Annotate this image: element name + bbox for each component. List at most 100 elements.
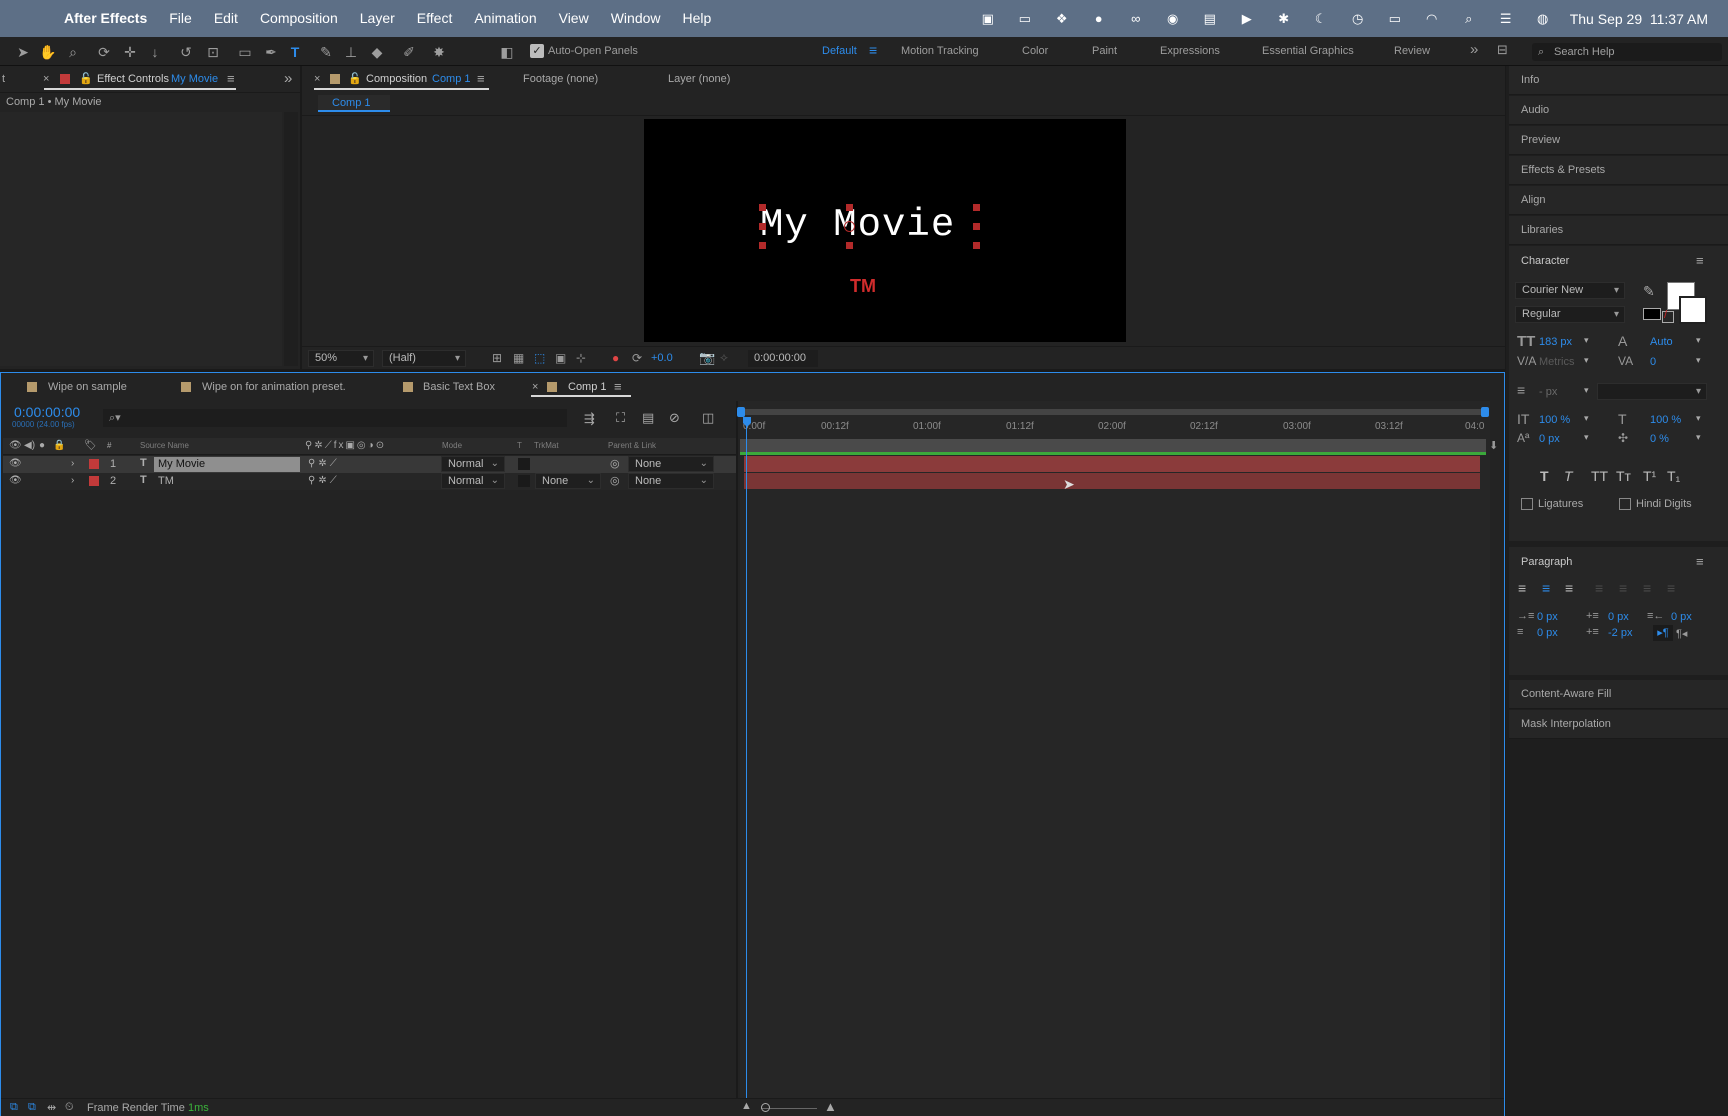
- parent-dropdown[interactable]: None ⌄: [628, 456, 714, 472]
- zoom-in-icon[interactable]: ▲: [824, 1099, 837, 1114]
- video-visibility-icon[interactable]: 👁: [9, 440, 22, 451]
- siri-icon[interactable]: ◍: [1533, 11, 1553, 27]
- close-icon[interactable]: ×: [43, 73, 49, 85]
- parent-dropdown[interactable]: None ⌄: [628, 473, 714, 489]
- workspace-motion-tracking[interactable]: Motion Tracking: [901, 45, 979, 57]
- switches-header-icons[interactable]: ⚲✲⟋fx▣◎◑⊙: [305, 440, 386, 451]
- title-text-layer[interactable]: My Movie: [760, 203, 955, 247]
- pickwhip-icon[interactable]: ◎: [610, 474, 620, 487]
- grammarly-icon[interactable]: ●: [1089, 11, 1109, 27]
- eye-icon[interactable]: 👁: [9, 475, 22, 486]
- clone-stamp-icon[interactable]: ⊥: [342, 43, 360, 61]
- rotation-tool-icon[interactable]: ↺: [177, 43, 195, 61]
- align-panel-tab[interactable]: Align: [1509, 186, 1728, 215]
- fast-preview-icon[interactable]: ⊞: [492, 351, 502, 365]
- effects-presets-panel-tab[interactable]: Effects & Presets: [1509, 156, 1728, 185]
- black-swatch[interactable]: [1643, 308, 1661, 320]
- close-icon[interactable]: ×: [314, 73, 320, 85]
- leading-value[interactable]: Auto: [1650, 336, 1673, 348]
- roto-brush-icon[interactable]: ✐: [400, 43, 418, 61]
- panel-menu-icon[interactable]: ≡: [614, 379, 622, 394]
- justify-all-icon[interactable]: ≡: [1667, 580, 1675, 596]
- space-before-value[interactable]: 0 px: [1608, 611, 1629, 623]
- trkmat-header[interactable]: TrkMat: [534, 441, 559, 450]
- align-center-icon[interactable]: ≡: [1542, 580, 1550, 596]
- shy-layers-icon[interactable]: ▤: [642, 410, 654, 426]
- transform-handle[interactable]: [973, 223, 980, 230]
- audio-icon[interactable]: ◀): [24, 440, 35, 451]
- wifi-icon[interactable]: ◠: [1422, 11, 1442, 27]
- in-out-toggle-icon[interactable]: ⇹: [47, 1101, 56, 1114]
- stroke-style-dropdown[interactable]: ▾: [1597, 383, 1707, 400]
- guides-icon[interactable]: ⊹: [576, 351, 586, 365]
- workspace-essential-graphics[interactable]: Essential Graphics: [1262, 45, 1354, 57]
- subscript-icon[interactable]: T₁: [1667, 468, 1680, 484]
- screen-record-icon[interactable]: ▣: [978, 11, 998, 27]
- pickwhip-icon[interactable]: ◎: [610, 457, 620, 470]
- panel-menu-icon[interactable]: ≡: [477, 71, 485, 86]
- creative-cloud-icon[interactable]: ∞: [1126, 11, 1146, 27]
- horizontal-scale-value[interactable]: 100 %: [1650, 414, 1681, 426]
- solo-icon[interactable]: ●: [39, 440, 45, 451]
- baseline-shift-value[interactable]: 0 px: [1539, 433, 1560, 445]
- eyedropper-icon[interactable]: ✎: [1643, 283, 1655, 300]
- anchor-point-icon[interactable]: [844, 221, 855, 232]
- menu-file[interactable]: File: [158, 0, 203, 37]
- color-channels-icon[interactable]: ●: [612, 351, 619, 365]
- brush-tool-icon[interactable]: ✎: [317, 43, 335, 61]
- layer-row[interactable]: 👁 › 2 T TM ⚲✲⟋ Normal ⌄ None ⌄ ◎ None ⌄: [3, 473, 737, 490]
- vertical-scale-arrow[interactable]: ▾: [1584, 413, 1589, 424]
- app-status-icon[interactable]: ◉: [1163, 11, 1183, 27]
- workspace-panel-icon[interactable]: ⊟: [1497, 42, 1508, 58]
- timeline-tab[interactable]: Wipe on sample: [48, 381, 127, 393]
- zoom-out-icon[interactable]: ▲: [741, 1100, 752, 1112]
- search-icon[interactable]: ⌕: [1459, 11, 1479, 27]
- show-snapshot-icon[interactable]: ⟡: [720, 350, 728, 365]
- panel-menu-icon[interactable]: ≡: [1696, 253, 1704, 268]
- indent-left-value[interactable]: 0 px: [1537, 611, 1558, 623]
- timeline-graph[interactable]: [740, 401, 1490, 1116]
- align-left-icon[interactable]: ≡: [1518, 580, 1526, 596]
- effect-controls-target[interactable]: My Movie: [171, 73, 218, 85]
- keyboard-icon[interactable]: ▤: [1200, 11, 1220, 27]
- region-of-interest-icon[interactable]: ▣: [555, 351, 566, 365]
- kerning-arrow[interactable]: ▾: [1584, 355, 1589, 366]
- orbit-camera-icon[interactable]: ⟳: [95, 43, 113, 61]
- transform-handle[interactable]: [973, 242, 980, 249]
- small-caps-icon[interactable]: Tт: [1616, 468, 1631, 484]
- lock-icon[interactable]: 🔓: [79, 72, 93, 85]
- layer-search-input[interactable]: ⌕▾: [103, 409, 567, 427]
- menu-edit[interactable]: Edit: [203, 0, 249, 37]
- zoom-dropdown[interactable]: 50% ▾: [308, 350, 374, 367]
- font-size-arrow[interactable]: ▾: [1584, 335, 1589, 346]
- workspace-paint[interactable]: Paint: [1092, 45, 1117, 57]
- pen-tool-icon[interactable]: ✒: [262, 43, 280, 61]
- menu-view[interactable]: View: [548, 0, 600, 37]
- layer-switches-toggle-icon[interactable]: ⧉: [10, 1101, 18, 1114]
- leading-arrow[interactable]: ▾: [1696, 335, 1701, 346]
- bluetooth-icon[interactable]: ✱: [1274, 11, 1294, 27]
- draft-3d-icon[interactable]: ⛶: [616, 410, 625, 426]
- panel-menu-icon[interactable]: ≡: [1696, 554, 1704, 569]
- comp-marker-bin[interactable]: ⬇: [1489, 439, 1503, 455]
- panel-menu-icon[interactable]: ≡: [227, 71, 235, 86]
- workspace-menu-icon[interactable]: ≡: [869, 42, 877, 58]
- mode-header[interactable]: Mode: [442, 441, 462, 450]
- layer-duration-bar[interactable]: [744, 456, 1480, 472]
- color-management-icon[interactable]: ⟳: [632, 351, 642, 365]
- dolly-camera-icon[interactable]: ↓: [146, 43, 164, 61]
- stroke-width-arrow[interactable]: ▾: [1584, 385, 1589, 396]
- scrollbar[interactable]: [284, 112, 298, 366]
- timeline-tab[interactable]: Basic Text Box: [423, 381, 495, 393]
- workspace-review[interactable]: Review: [1394, 45, 1430, 57]
- transform-handle[interactable]: [759, 204, 766, 211]
- resolution-dropdown[interactable]: (Half) ▾: [382, 350, 466, 367]
- blend-mode-dropdown[interactable]: Normal ⌄: [441, 456, 505, 472]
- time-navigator[interactable]: [740, 409, 1486, 415]
- stroke-color-swatch[interactable]: [1679, 296, 1707, 324]
- menu-app-name[interactable]: After Effects: [53, 0, 158, 37]
- stroke-width-value[interactable]: - px: [1539, 386, 1557, 398]
- tracking-arrow[interactable]: ▾: [1696, 355, 1701, 366]
- pan-behind-tool-icon[interactable]: ⊡: [204, 43, 222, 61]
- tsume-arrow[interactable]: ▾: [1696, 432, 1701, 443]
